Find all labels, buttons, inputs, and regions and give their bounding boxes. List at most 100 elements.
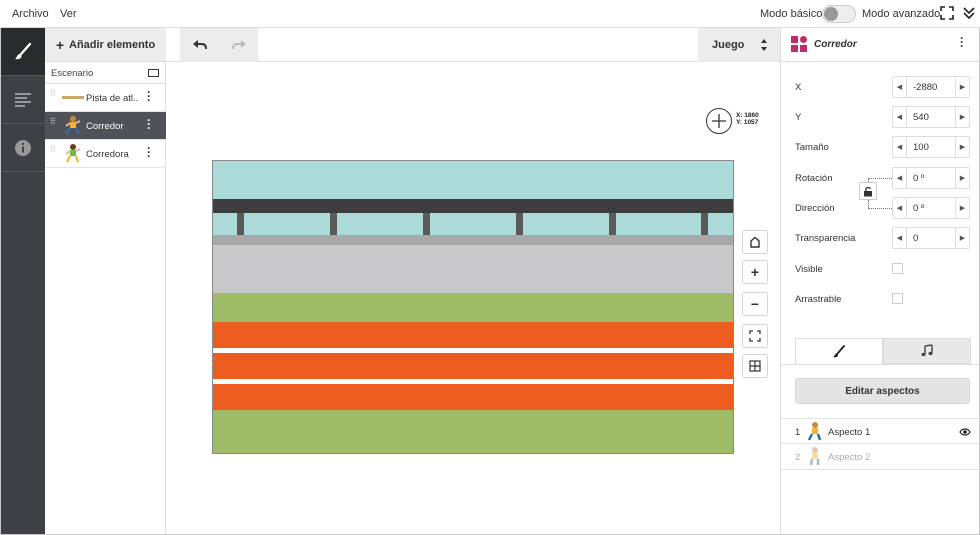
- draggable-checkbox[interactable]: [892, 293, 903, 304]
- aspect-name: Aspecto 2: [828, 452, 871, 463]
- eye-icon[interactable]: [959, 427, 971, 437]
- coord-x: X: 1860: [736, 112, 759, 119]
- sprite-row-pista[interactable]: ⠿ Pista de atl... · · ·: [45, 84, 166, 112]
- runner-female-thumbnail: [65, 144, 81, 163]
- plus-icon: +: [750, 264, 760, 280]
- tool-text[interactable]: [1, 76, 45, 124]
- aspect-tabs: [795, 338, 971, 364]
- visible-label: Visible: [795, 264, 823, 275]
- increment-icon[interactable]: ▶: [955, 228, 969, 248]
- grid-button[interactable]: [742, 354, 768, 378]
- redo-icon: [231, 40, 246, 50]
- tabs-divider: [781, 364, 980, 365]
- tab-costumes[interactable]: [795, 338, 883, 364]
- canvas-area: X: 1860 Y: 1057 + −: [166, 62, 780, 534]
- undo-button[interactable]: [180, 28, 219, 62]
- home-button[interactable]: [742, 230, 768, 254]
- x-stepper[interactable]: ◀ -2880 ▶: [892, 76, 970, 98]
- direction-value[interactable]: 0 º: [913, 203, 924, 214]
- fit-screen-button[interactable]: [742, 324, 768, 348]
- decrement-icon[interactable]: ◀: [893, 137, 907, 157]
- sprite-title: Corredor: [814, 39, 857, 50]
- size-label: Tamaño: [795, 142, 829, 153]
- transparency-stepper[interactable]: ◀ 0 ▶: [892, 227, 970, 249]
- y-label: Y: [795, 112, 802, 123]
- edit-aspects-button[interactable]: Editar aspectos: [795, 378, 970, 404]
- mode-toggle[interactable]: [822, 5, 856, 23]
- menu-archivo[interactable]: Archivo: [12, 8, 49, 20]
- tool-paint[interactable]: [1, 28, 45, 76]
- plus-icon: +: [55, 36, 64, 53]
- direction-stepper[interactable]: ◀ 0 º ▶: [892, 197, 970, 219]
- runner-thumbnail: [64, 116, 81, 135]
- runner-thumbnail: [807, 422, 822, 441]
- aspect-row-1[interactable]: 1 Aspecto 1: [781, 418, 980, 444]
- brush-icon: [833, 344, 845, 357]
- drag-grip-icon[interactable]: ⠿: [50, 90, 56, 104]
- mode-advanced-label: Modo avanzado: [862, 8, 941, 20]
- stage-row[interactable]: Escenario: [45, 62, 166, 84]
- drag-grip-icon[interactable]: ⠿: [50, 146, 56, 160]
- decrement-icon[interactable]: ◀: [893, 228, 907, 248]
- decrement-icon[interactable]: ◀: [893, 77, 907, 97]
- sprite-row-corredor[interactable]: ⠿ Corredor · · ·: [45, 112, 166, 140]
- menu-bar: Archivo Ver Modo básico Modo avanzado: [0, 0, 980, 28]
- increment-icon[interactable]: ▶: [955, 77, 969, 97]
- zoom-out-button[interactable]: −: [742, 292, 768, 316]
- aspect-name: Aspecto 1: [828, 427, 871, 438]
- stage-label: Escenario: [51, 68, 94, 79]
- stage-rectangle-icon: [148, 69, 159, 77]
- sprite-panel: + Añadir elemento Escenario ⠿ Pista de a…: [45, 28, 166, 534]
- increment-icon[interactable]: ▶: [955, 137, 969, 157]
- stage-canvas[interactable]: [212, 160, 734, 454]
- draggable-label: Arrastrable: [795, 294, 842, 305]
- unlock-icon: [864, 186, 872, 196]
- sprite-name: Corredor: [86, 121, 124, 132]
- redo-button[interactable]: [219, 28, 258, 62]
- kebab-menu-icon[interactable]: · · ·: [145, 114, 153, 134]
- add-element-label: Añadir elemento: [69, 38, 156, 51]
- home-icon: [750, 236, 760, 248]
- drag-grip-icon[interactable]: ⠿: [50, 118, 56, 132]
- double-chevron-down-icon[interactable]: [962, 5, 976, 21]
- transparency-label: Transparencia: [795, 233, 856, 244]
- increment-icon[interactable]: ▶: [955, 168, 969, 188]
- brush-icon: [15, 42, 32, 59]
- toggle-knob: [824, 7, 838, 21]
- mode-select-label: Juego: [712, 39, 745, 51]
- music-note-icon: [921, 344, 933, 357]
- tool-info[interactable]: [1, 124, 45, 172]
- decrement-icon[interactable]: ◀: [893, 198, 907, 218]
- athletics-track-scene: [213, 161, 733, 453]
- visible-checkbox[interactable]: [892, 263, 903, 274]
- rotation-value[interactable]: 0 º: [913, 173, 924, 184]
- x-value[interactable]: -2880: [913, 82, 937, 93]
- menu-ver[interactable]: Ver: [60, 8, 77, 20]
- mode-basic-label: Modo básico: [760, 8, 823, 20]
- kebab-menu-icon[interactable]: · · ·: [145, 142, 153, 162]
- transparency-value[interactable]: 0: [913, 233, 918, 244]
- increment-icon[interactable]: ▶: [955, 198, 969, 218]
- zoom-in-button[interactable]: +: [742, 260, 768, 284]
- add-element-button[interactable]: + Añadir elemento: [45, 28, 166, 62]
- decrement-icon[interactable]: ◀: [893, 168, 907, 188]
- sprite-row-corredora[interactable]: ⠿ Corredora · · ·: [45, 140, 166, 168]
- y-stepper[interactable]: ◀ 540 ▶: [892, 106, 970, 128]
- tab-sounds[interactable]: [883, 338, 971, 364]
- coordinate-readout: X: 1860 Y: 1057: [736, 112, 759, 126]
- link-line-bottom: [868, 208, 892, 209]
- size-stepper[interactable]: ◀ 100 ▶: [892, 136, 970, 158]
- rotation-stepper[interactable]: ◀ 0 º ▶: [892, 167, 970, 189]
- aspect-row-2[interactable]: 2 Aspecto 2: [781, 444, 980, 470]
- rotation-label: Rotación: [795, 173, 833, 184]
- kebab-menu-icon[interactable]: · · ·: [145, 86, 153, 106]
- decrement-icon[interactable]: ◀: [893, 107, 907, 127]
- increment-icon[interactable]: ▶: [955, 107, 969, 127]
- y-value[interactable]: 540: [913, 112, 929, 123]
- fullscreen-icon[interactable]: [940, 6, 954, 20]
- size-value[interactable]: 100: [913, 142, 929, 153]
- mode-select[interactable]: Juego: [698, 28, 780, 62]
- rotation-lock-button[interactable]: [859, 182, 877, 200]
- sprite-name: Corredora: [86, 149, 129, 160]
- kebab-menu-icon[interactable]: · · ·: [958, 32, 966, 52]
